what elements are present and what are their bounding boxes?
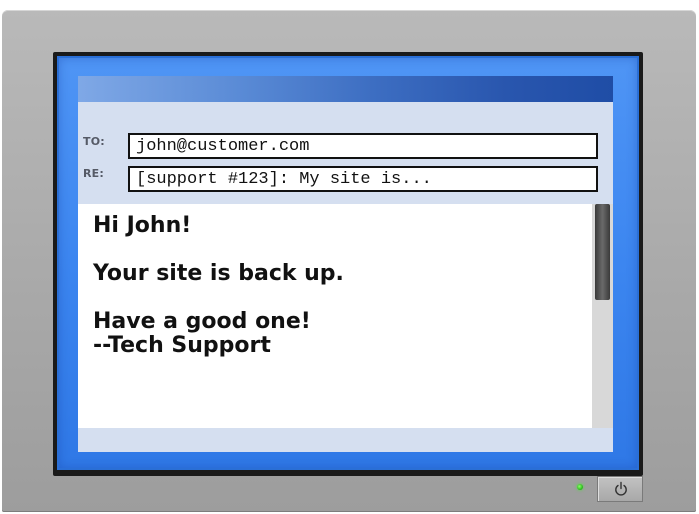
power-button[interactable] (597, 476, 643, 502)
message-text: Hi John! Your site is back up. Have a go… (93, 214, 573, 358)
power-icon (615, 481, 627, 496)
power-led-icon (577, 484, 583, 490)
page: TO: john@customer.com RE: [support #123]… (0, 0, 699, 514)
message-spacer (93, 286, 573, 310)
subject-field[interactable]: [support #123]: My site is... (128, 166, 598, 192)
to-row: TO: john@customer.com (78, 132, 613, 160)
message-signature: --Tech Support (93, 333, 271, 358)
monitor-bezel: TO: john@customer.com RE: [support #123]… (53, 52, 643, 476)
message-closing: Have a good one! (93, 309, 311, 334)
message-greeting: Hi John! (93, 213, 192, 238)
email-window: TO: john@customer.com RE: [support #123]… (78, 76, 613, 452)
re-row: RE: [support #123]: My site is... (78, 164, 613, 192)
to-label: TO: (83, 135, 105, 148)
message-body[interactable]: Hi John! Your site is back up. Have a go… (78, 204, 613, 428)
re-label: RE: (83, 167, 104, 180)
message-spacer (93, 238, 573, 262)
window-title-bar (78, 76, 613, 102)
screen-frame: TO: john@customer.com RE: [support #123]… (57, 56, 639, 470)
vertical-scrollbar[interactable] (592, 204, 613, 428)
message-body-line: Your site is back up. (93, 261, 344, 286)
to-field[interactable]: john@customer.com (128, 133, 598, 159)
scrollbar-thumb[interactable] (595, 204, 610, 300)
